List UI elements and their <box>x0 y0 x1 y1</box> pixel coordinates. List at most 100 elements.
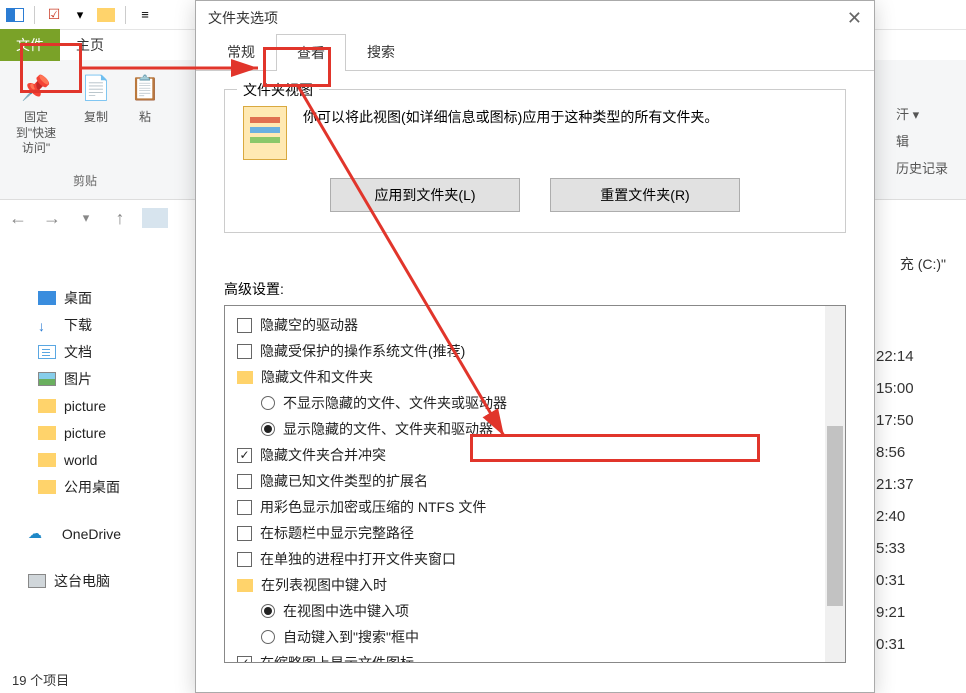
folder-thumb-icon <box>243 106 287 160</box>
apply-to-folders-button[interactable]: 应用到文件夹(L) <box>330 178 520 212</box>
edit-fragment: 辑 <box>896 131 948 150</box>
nav-label: 下载 <box>64 315 92 335</box>
advanced-settings-tree[interactable]: 隐藏空的驱动器 隐藏受保护的操作系统文件(推荐) 隐藏文件和文件夹 不显示隐藏的… <box>224 305 846 663</box>
scrollbar-thumb[interactable] <box>827 426 843 606</box>
qat-folder-icon[interactable] <box>95 4 117 26</box>
setting-label: 在单独的进程中打开文件夹窗口 <box>260 549 456 569</box>
dialog-tab-general[interactable]: 常规 <box>206 33 276 70</box>
group-label-clipboard: 剪贴 <box>73 172 97 189</box>
copy-button[interactable]: 📄 复制 <box>66 68 126 161</box>
copy-icon: 📄 <box>80 72 112 104</box>
checkbox[interactable] <box>237 318 252 333</box>
dialog-close-button[interactable]: ✕ <box>847 8 862 29</box>
separator <box>125 6 126 24</box>
setting-label: 不显示隐藏的文件、文件夹或驱动器 <box>283 393 507 413</box>
checkbox[interactable] <box>237 526 252 541</box>
qat-customize-icon[interactable]: ≡ <box>134 4 156 26</box>
time-column: 22:14 15:00 17:50 8:56 21:37 2:40 5:33 0… <box>876 340 946 660</box>
nav-item-world-folder[interactable]: world <box>12 446 182 473</box>
nav-item-pictures[interactable]: 图片 <box>12 365 182 392</box>
dialog-tab-search[interactable]: 搜索 <box>346 33 416 70</box>
setting-separate-process[interactable]: 在单独的进程中打开文件夹窗口 <box>225 546 845 572</box>
setting-merge-conflict[interactable]: ✓隐藏文件夹合并冲突 <box>225 442 845 468</box>
folder-view-desc: 你可以将此视图(如详细信息或图标)应用于这种类型的所有文件夹。 <box>303 106 827 160</box>
nav-item-documents[interactable]: 文档 <box>12 338 182 365</box>
nav-back-button[interactable]: ← <box>6 206 30 230</box>
nav-item-public-desktop[interactable]: 公用桌面 <box>12 473 182 500</box>
checkbox[interactable]: ✓ <box>237 448 252 463</box>
folder-icon <box>38 480 56 494</box>
qat-properties-icon[interactable]: ☑ <box>43 4 65 26</box>
setting-hide-protected[interactable]: 隐藏受保护的操作系统文件(推荐) <box>225 338 845 364</box>
setting-label: 在列表视图中键入时 <box>261 575 387 595</box>
ribbon-tab-file[interactable]: 文件 <box>0 29 60 61</box>
paste-button[interactable]: 📋 粘 <box>126 68 164 161</box>
radio-typing-search[interactable]: 自动键入到"搜索"框中 <box>225 624 845 650</box>
app-icon <box>4 4 26 26</box>
folder-options-dialog: 文件夹选项 ✕ 常规 查看 搜索 文件夹视图 你可以将此视图(如详细信息或图标)… <box>195 0 875 693</box>
setting-label: 在视图中选中键入项 <box>283 601 409 621</box>
dialog-tab-view[interactable]: 查看 <box>276 34 346 71</box>
nav-label: 桌面 <box>64 288 92 308</box>
radio[interactable] <box>261 604 275 618</box>
downloads-icon <box>38 318 56 332</box>
nav-item-onedrive[interactable]: ☁ OneDrive <box>12 520 182 547</box>
setting-ntfs-color[interactable]: 用彩色显示加密或压缩的 NTFS 文件 <box>225 494 845 520</box>
folder-view-fieldset: 文件夹视图 你可以将此视图(如详细信息或图标)应用于这种类型的所有文件夹。 应用… <box>224 89 846 233</box>
nav-item-this-pc[interactable]: 这台电脑 <box>12 567 182 594</box>
nav-item-downloads[interactable]: 下载 <box>12 311 182 338</box>
setting-hide-empty-drives[interactable]: 隐藏空的驱动器 <box>225 312 845 338</box>
time-cell: 9:21 <box>876 596 946 628</box>
ribbon-group-clipboard: 📌 固定到"快速访问" 📄 复制 📋 粘 剪贴 <box>6 68 164 191</box>
advanced-settings-label: 高级设置: <box>224 279 846 299</box>
radio-dont-show-hidden[interactable]: 不显示隐藏的文件、文件夹或驱动器 <box>225 390 845 416</box>
nav-tree: 桌面 下载 文档 图片 picture picture world 公用桌面 ☁… <box>12 284 182 594</box>
checkbox[interactable] <box>237 500 252 515</box>
dialog-title: 文件夹选项 <box>208 8 278 28</box>
radio[interactable] <box>261 396 275 410</box>
nav-up-button[interactable]: ↑ <box>108 206 132 230</box>
history-fragment: 历史记录 <box>896 158 948 177</box>
copy-label: 复制 <box>84 110 108 126</box>
time-cell: 8:56 <box>876 436 946 468</box>
checkbox[interactable] <box>237 474 252 489</box>
reset-folders-button[interactable]: 重置文件夹(R) <box>550 178 740 212</box>
dialog-titlebar: 文件夹选项 ✕ <box>196 1 874 35</box>
folder-icon <box>237 371 253 384</box>
setting-thumb-icon[interactable]: ✓ 在缩略图上显示文件图标 <box>225 650 845 663</box>
tree-scrollbar[interactable] <box>825 306 845 662</box>
setting-hide-known-ext[interactable]: 隐藏已知文件类型的扩展名 <box>225 468 845 494</box>
time-cell: 15:00 <box>876 372 946 404</box>
drive-icon[interactable] <box>142 208 168 228</box>
setting-label: 在标题栏中显示完整路径 <box>260 523 414 543</box>
radio-show-hidden[interactable]: 显示隐藏的文件、文件夹和驱动器 <box>225 416 845 442</box>
pin-to-quick-access-button[interactable]: 📌 固定到"快速访问" <box>6 68 66 161</box>
pictures-icon <box>38 372 56 386</box>
paste-icon: 📋 <box>129 72 161 104</box>
documents-icon <box>38 345 56 359</box>
nav-forward-button[interactable]: → <box>40 206 64 230</box>
setting-full-path[interactable]: 在标题栏中显示完整路径 <box>225 520 845 546</box>
setting-label: 在缩略图上显示文件图标 <box>260 653 414 663</box>
time-cell: 17:50 <box>876 404 946 436</box>
checkbox[interactable] <box>237 344 252 359</box>
chevron-down-icon[interactable]: ▾ <box>69 4 91 26</box>
checkbox[interactable]: ✓ <box>237 656 252 664</box>
time-cell: 22:14 <box>876 340 946 372</box>
nav-item-picture-folder[interactable]: picture <box>12 392 182 419</box>
fieldset-legend: 文件夹视图 <box>237 80 319 100</box>
checkbox[interactable] <box>237 552 252 567</box>
setting-hidden-files-group: 隐藏文件和文件夹 <box>225 364 845 390</box>
radio[interactable] <box>261 630 275 644</box>
folder-icon <box>237 579 253 592</box>
dialog-body: 文件夹视图 你可以将此视图(如详细信息或图标)应用于这种类型的所有文件夹。 应用… <box>196 71 874 681</box>
desktop-icon <box>38 291 56 305</box>
setting-label: 隐藏空的驱动器 <box>260 315 358 335</box>
radio-typing-select[interactable]: 在视图中选中键入项 <box>225 598 845 624</box>
chevron-down-icon[interactable]: ▾ <box>74 206 98 230</box>
ribbon-tab-home[interactable]: 主页 <box>60 29 120 61</box>
nav-label: 文档 <box>64 342 92 362</box>
radio[interactable] <box>261 422 275 436</box>
nav-item-desktop[interactable]: 桌面 <box>12 284 182 311</box>
nav-item-picture-folder[interactable]: picture <box>12 419 182 446</box>
